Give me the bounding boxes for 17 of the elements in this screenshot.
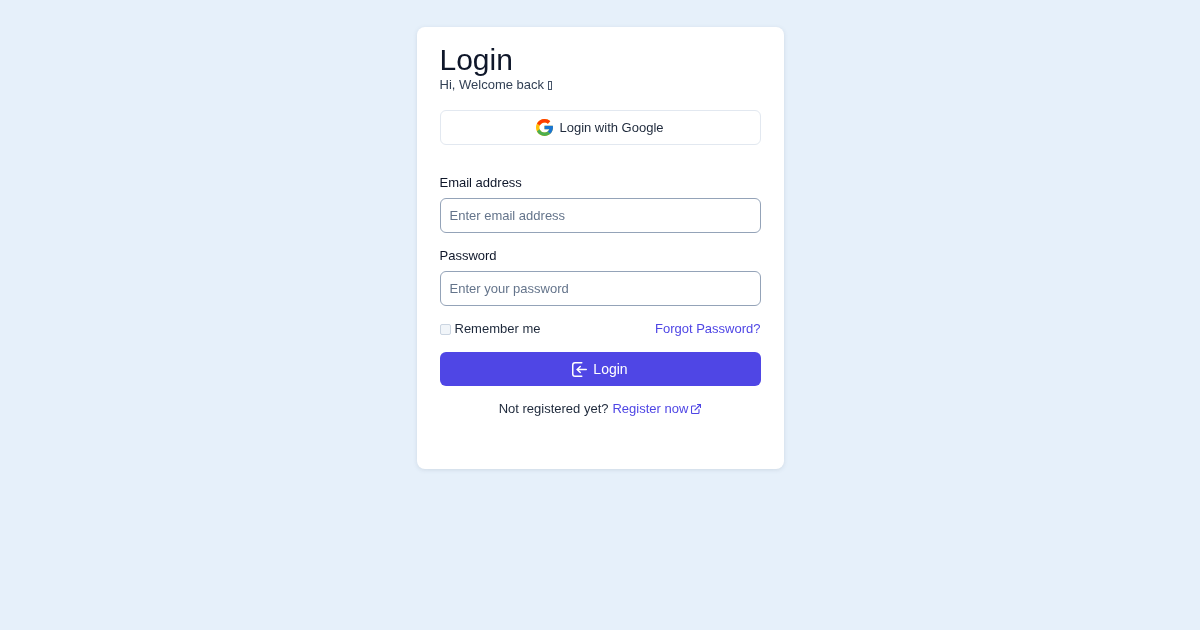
google-login-button[interactable]: Login with Google bbox=[439, 110, 761, 145]
login-title: Login bbox=[439, 44, 513, 76]
login-button[interactable]: Login bbox=[439, 352, 761, 386]
remember-checkbox[interactable] bbox=[439, 323, 451, 335]
remember-label: Remember me bbox=[454, 320, 541, 338]
register-prompt: Not registered yet? bbox=[498, 400, 609, 418]
input-field[interactable]: Enter your password bbox=[439, 271, 761, 306]
google-icon bbox=[536, 119, 554, 136]
missing-glyph-icon bbox=[548, 81, 552, 90]
field-label: Password bbox=[439, 247, 497, 265]
input-field[interactable]: Enter email address bbox=[439, 198, 761, 233]
arrow-into-bracket-icon bbox=[572, 361, 588, 377]
welcome-text: Hi, Welcome back bbox=[439, 76, 544, 94]
register-link[interactable]: Register now bbox=[612, 400, 702, 418]
external-link-icon bbox=[691, 404, 702, 414]
field-label: Email address bbox=[439, 174, 522, 192]
forgot-password-link[interactable]: Forgot Password? bbox=[655, 320, 761, 338]
